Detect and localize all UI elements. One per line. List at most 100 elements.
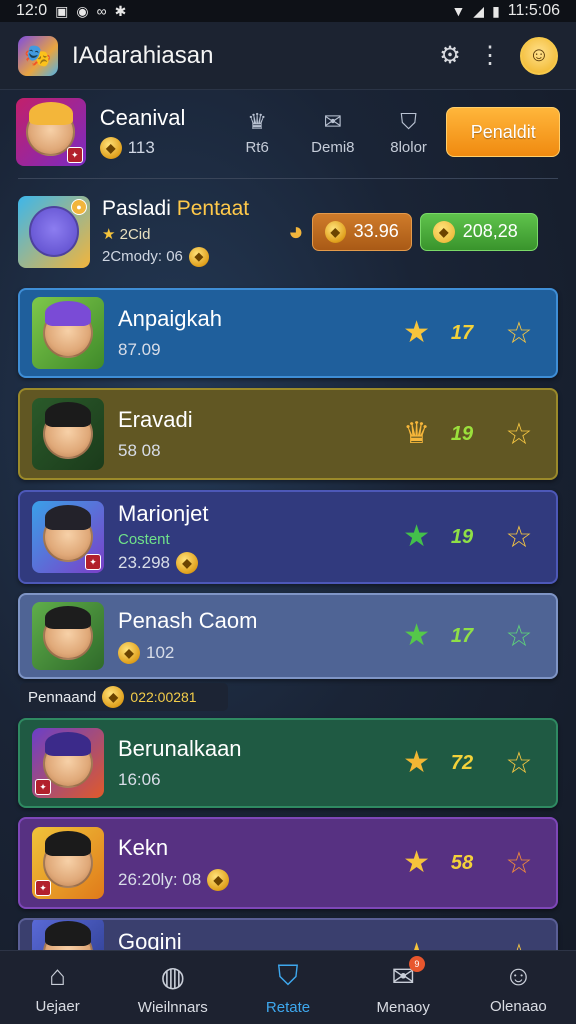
stat-demo[interactable]: ✉ Demi8 (295, 109, 371, 156)
nav-label: Menaoy (376, 998, 430, 1016)
status-bar: 12:0 ▣ ◉ ∞ ✱ ▼ ◢ ▮ 11:5:06 (0, 0, 576, 22)
profile-coins: ◆ 113 (99, 137, 220, 159)
stat-rank-label: Rt6 (245, 138, 269, 156)
nav-item-retate[interactable]: ⛉ Retate (230, 951, 345, 1024)
stat-color[interactable]: ⛉ 8lolor (371, 109, 447, 156)
wifi-icon: ▼ (451, 3, 466, 19)
row-sub-value: 102 (146, 643, 175, 662)
row-right: ★ 17 ☆ (403, 308, 544, 358)
row-score: 19 (450, 422, 474, 445)
battery-icon: ▮ (492, 2, 500, 19)
coin-icon: ◆ (324, 220, 346, 243)
coin-icon: ◆ (207, 869, 230, 891)
nav-item-chat[interactable]: ◍ Wieilnnars (115, 951, 230, 1024)
featured-rank-value: 2Cid (119, 225, 151, 243)
favorite-star-icon[interactable]: ☆ (494, 930, 544, 951)
profile-icon: ☺ (504, 960, 533, 991)
stat-rank[interactable]: ♛ Rt6 (219, 109, 295, 156)
row-score: 17 (450, 321, 474, 344)
coin-icon: ◆ (188, 246, 209, 267)
shield-icon: ⛉ (400, 108, 417, 134)
list-item[interactable]: ✦ Kekn 26:20ly: 08 ◆ ★ 58 ☆ (18, 817, 558, 909)
more-menu-icon[interactable]: ⋮ (470, 36, 510, 76)
nav-label: Retate (265, 998, 311, 1016)
nav-item-home[interactable]: ⌂ Uejaer (0, 951, 115, 1024)
row-title: Marionjet (118, 500, 209, 526)
row-title: Berunalkaan (118, 736, 242, 761)
row-sub: 58 08 (118, 441, 161, 460)
user-avatar[interactable]: ☺ (520, 36, 558, 75)
avatar-hair (44, 921, 92, 946)
avatar-hair (44, 505, 92, 530)
coin-badge-icon: ● (71, 198, 87, 215)
gem-pill-value: 208,28 (462, 221, 518, 241)
nav-item-profile[interactable]: ☺ Olenaao (461, 951, 576, 1024)
chat-icon: ◍ (160, 960, 186, 992)
row-right: ★ 72 ☆ (403, 738, 544, 788)
star-small-icon: ★ (102, 225, 116, 243)
avatar-hair (44, 732, 92, 756)
star-icon: ★ (403, 746, 430, 779)
row-title: Eravadi (118, 407, 193, 432)
row-avatar (32, 602, 104, 670)
row-avatar: ✦ (32, 501, 104, 573)
star-icon: ★ (403, 846, 430, 879)
row-title: Goqini (118, 929, 182, 952)
home-icon: ⌂ (49, 960, 67, 991)
row-title: Penash Caom (118, 608, 258, 633)
message-icon: ✉ 9 (391, 955, 425, 993)
list-item[interactable]: Penash Caom ◆ 102 ★ 17 ☆ (18, 593, 558, 679)
crown-coin-icon: ♛ (403, 417, 430, 450)
featured-rank: ★ 2Cid (102, 225, 282, 243)
avatar-face (28, 206, 80, 257)
profile-name: Ceanival (99, 105, 186, 130)
nav-label: Olenaao (490, 998, 547, 1015)
row-status: Costent (118, 530, 170, 548)
badge-icon: ✦ (85, 554, 101, 570)
favorite-star-icon[interactable]: ☆ (494, 308, 544, 358)
favorite-star-icon[interactable]: ☆ (494, 838, 544, 888)
gem-pill[interactable]: ◆ 208,28 (419, 212, 538, 251)
row-right: ★ ☆ (403, 930, 544, 951)
banner-label: Pennaand (28, 688, 97, 706)
row-score: 17 (450, 624, 474, 647)
avatar-hair (44, 606, 92, 630)
settings-gear-icon[interactable]: ⚙ (430, 36, 470, 76)
favorite-star-icon[interactable]: ☆ (494, 738, 544, 788)
row-right: ♛ 19 ☆ (403, 409, 544, 459)
favorite-star-icon[interactable]: ☆ (494, 512, 544, 562)
avatar-hair (44, 402, 92, 427)
badge-icon: ✦ (35, 779, 51, 795)
favorite-star-icon[interactable]: ☆ (494, 409, 544, 459)
row-sub-value: 26:20ly: 08 (118, 870, 202, 889)
avatar-hair (44, 301, 92, 326)
status-time-right: 11:5:06 (507, 2, 560, 19)
list-item[interactable]: ✦ Marionjet Costent 23.298 ◆ ★ 19 ☆ (18, 490, 558, 584)
row-title: Kekn (118, 835, 169, 860)
profile-card: ✦ Ceanival ◆ 113 ♛ Rt6 ✉ Demi8 ⛉ 8lolor … (16, 92, 561, 172)
inline-banner[interactable]: Pennaand ◆ 022:00281 (20, 683, 228, 711)
featured-card[interactable]: ● Pasladi Pentaat ★ 2Cid 2Cmody: 06 ◆ ◕ … (18, 178, 558, 274)
star-icon: ★ (403, 619, 430, 652)
featured-name-b: Pentaat (176, 196, 250, 220)
favorite-star-icon[interactable]: ☆ (494, 611, 544, 661)
list-item[interactable]: ✦ Berunalkaan 16:06 ★ 72 ☆ (18, 718, 558, 808)
banner-amount: 022:00281 (130, 689, 197, 705)
row-sub: 23.298 ◆ (118, 551, 208, 574)
promo-button[interactable]: Penaldit (446, 107, 561, 157)
nav-item-messages[interactable]: ✉ 9 Menaoy (346, 951, 461, 1024)
list-item[interactable]: Anpaigkah 87.09 ★ 17 ☆ (18, 288, 558, 378)
status-time-left: 12:0 (16, 2, 48, 19)
profile-avatar[interactable]: ✦ (16, 98, 86, 166)
gear-small-icon: ✱ (114, 2, 127, 19)
profile-coins-value: 113 (127, 138, 155, 157)
coin-pill[interactable]: ◆ 33.96 (311, 212, 412, 251)
row-title: Anpaigkah (118, 306, 222, 331)
badge-icon: ✦ (35, 880, 51, 896)
avatar-hair (28, 102, 74, 126)
coin-pill-value: 33.96 (353, 221, 399, 241)
list-item[interactable]: Goqini ★ ☆ (18, 918, 558, 952)
row-sub: 26:20ly: 08 ◆ (118, 869, 230, 891)
signal-icon: ◢ (473, 2, 485, 19)
list-item[interactable]: Eravadi 58 08 ♛ 19 ☆ (18, 388, 558, 480)
